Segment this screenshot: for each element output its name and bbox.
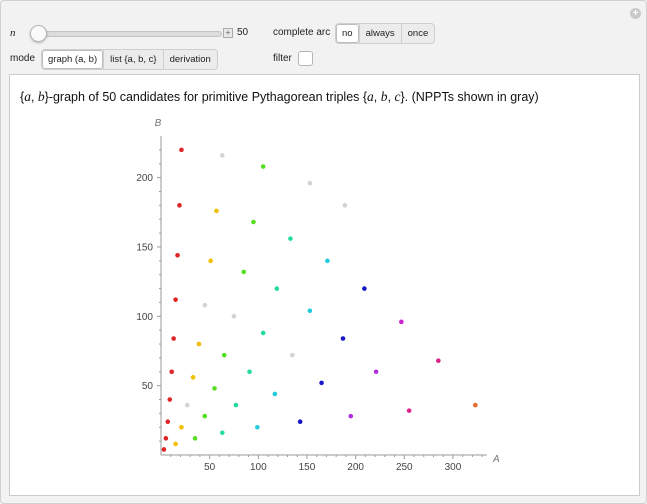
data-point (342, 203, 348, 208)
n-slider-track[interactable] (32, 31, 222, 37)
complete-arc-option-no[interactable]: no (336, 24, 359, 43)
data-point (196, 341, 202, 347)
data-point (272, 391, 278, 397)
data-point (177, 203, 182, 208)
data-point (202, 413, 208, 419)
data-point (307, 308, 313, 314)
data-point (247, 369, 252, 375)
data-point (192, 436, 198, 441)
data-point (233, 402, 239, 408)
scatter-plot: 50 100 150 200 250 300 50 100 150 200 A B (136, 118, 500, 473)
options-plus-icon[interactable]: + (630, 8, 641, 19)
data-point (208, 258, 213, 264)
x-tick-label: 150 (299, 462, 316, 473)
complete-arc-option-always[interactable]: always (358, 24, 401, 43)
data-point (325, 258, 330, 264)
data-point (184, 402, 190, 408)
data-point (251, 219, 256, 225)
data-point (169, 369, 175, 375)
mode-label: mode (10, 53, 36, 64)
data-point (241, 269, 247, 275)
data-point (362, 286, 367, 291)
data-point (231, 314, 237, 319)
data-point (190, 375, 196, 380)
n-slider-thumb[interactable] (30, 25, 47, 42)
data-point (348, 413, 354, 419)
data-point (173, 441, 178, 447)
data-point (220, 153, 225, 158)
filter-label: filter (273, 53, 292, 64)
data-point (214, 208, 219, 214)
data-point (406, 408, 412, 413)
y-tick-label: 50 (142, 381, 154, 392)
n-value: 50 (237, 27, 249, 38)
data-point (260, 330, 266, 336)
data-point (202, 302, 208, 308)
data-point (212, 386, 217, 391)
data-point (175, 252, 180, 258)
data-point (173, 297, 178, 302)
x-tick-label: 300 (445, 462, 462, 473)
data-point (473, 402, 478, 408)
data-point (319, 380, 324, 386)
data-point (179, 147, 184, 153)
x-tick-label: 250 (396, 462, 413, 473)
output-panel: {a, b}-graph of 50 candidates for primit… (9, 74, 640, 496)
data-point (274, 286, 280, 291)
data-point (340, 336, 346, 341)
y-tick-label: 150 (136, 242, 153, 253)
y-tick-label: 100 (136, 312, 153, 323)
mode-setter: graph (a, b) list {a, b, c} derivation (41, 49, 218, 70)
complete-arc-option-once[interactable]: once (400, 24, 435, 43)
x-tick-label: 50 (204, 462, 216, 473)
x-axis-label: A (492, 454, 500, 465)
data-point (260, 164, 266, 169)
mode-option-list[interactable]: list {a, b, c} (103, 50, 162, 69)
data-point (179, 424, 184, 430)
data-point (221, 352, 227, 358)
mode-option-derivation[interactable]: derivation (162, 50, 217, 69)
y-tick-label: 200 (136, 173, 153, 184)
complete-arc-setter: no always once (335, 23, 436, 44)
data-point (163, 436, 169, 441)
filter-checkbox[interactable] (298, 51, 313, 66)
n-label: n (10, 27, 16, 39)
data-point (290, 352, 295, 358)
data-point (436, 358, 441, 363)
data-point (161, 447, 167, 452)
data-point (307, 180, 313, 186)
data-point (171, 336, 176, 341)
x-tick-label: 200 (347, 462, 364, 473)
slider-expand-icon[interactable]: + (223, 28, 233, 38)
data-point (288, 236, 293, 241)
mode-option-graph[interactable]: graph (a, b) (42, 50, 104, 69)
data-point (373, 369, 379, 375)
data-point (167, 397, 173, 402)
data-point (399, 319, 404, 325)
data-point (220, 430, 225, 436)
y-axis-label: B (155, 118, 162, 129)
data-point (165, 419, 171, 425)
complete-arc-label: complete arc (273, 27, 331, 38)
data-point (255, 424, 260, 430)
x-tick-label: 100 (250, 462, 267, 473)
data-point (297, 419, 303, 425)
